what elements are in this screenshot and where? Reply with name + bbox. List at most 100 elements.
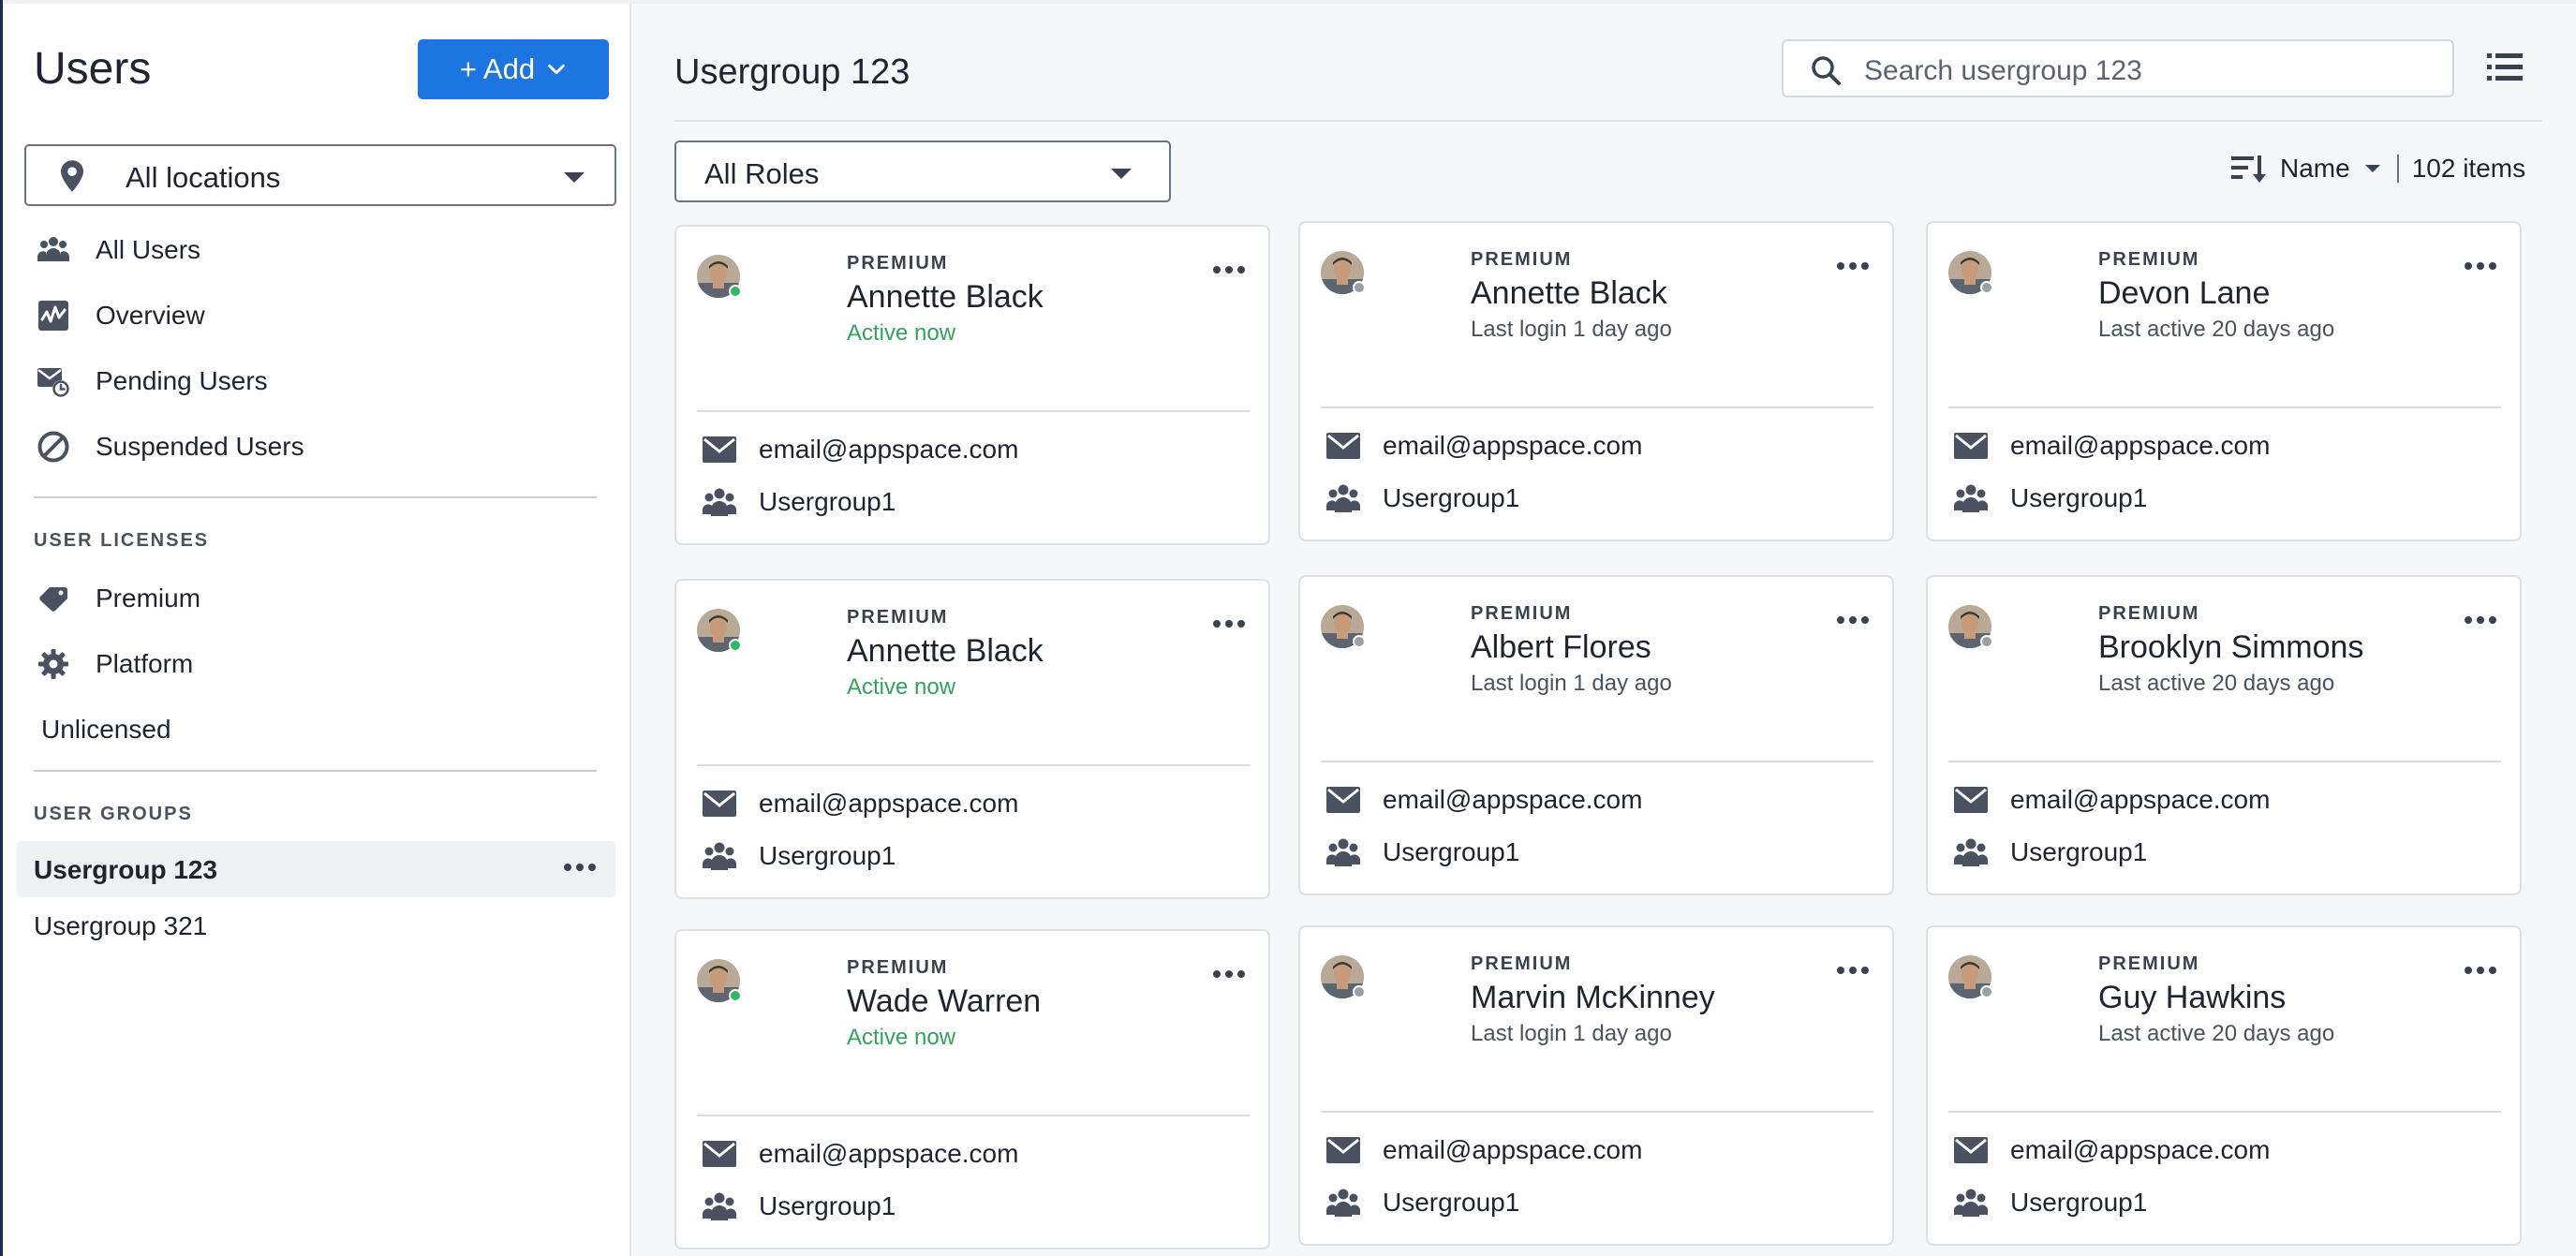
user-name[interactable]: Annette Black	[847, 633, 1044, 670]
map-pin-icon	[61, 160, 83, 192]
user-group: Usergroup1	[2010, 1188, 2148, 1217]
user-name[interactable]: Annette Black	[1471, 275, 1667, 312]
email-row: email@appspace.com	[1326, 1131, 1642, 1169]
user-group: Usergroup1	[759, 1191, 896, 1220]
users-icon	[703, 1192, 736, 1220]
user-card[interactable]: PREMIUM Marvin McKinney Last login 1 day a…	[1298, 925, 1894, 1246]
avatar	[1321, 605, 1366, 648]
more-horizontal-icon[interactable]	[1210, 613, 1248, 635]
license-tier: PREMIUM	[2098, 249, 2200, 270]
license-tier: PREMIUM	[847, 253, 949, 273]
envelope-icon	[1326, 787, 1360, 813]
avatar	[1948, 605, 1993, 648]
user-email: email@appspace.com	[1383, 1135, 1643, 1164]
user-email: email@appspace.com	[759, 1139, 1019, 1168]
user-card[interactable]: PREMIUM Annette Black Active now email@apps…	[674, 225, 1270, 545]
usergroup-item-active[interactable]: Usergroup 123	[17, 841, 615, 897]
user-card[interactable]: PREMIUM Devon Lane Last active 20 days ago…	[1926, 221, 2522, 541]
search-input[interactable]: Search usergroup 123	[1782, 39, 2454, 97]
envelope-icon	[703, 791, 736, 817]
user-email: email@appspace.com	[2010, 1135, 2271, 1164]
more-horizontal-icon[interactable]	[1834, 609, 1872, 631]
email-row: email@appspace.com	[1326, 427, 1642, 465]
card-divider	[697, 410, 1250, 412]
user-card[interactable]: PREMIUM Wade Warren Active now email@appspa…	[674, 929, 1270, 1249]
avatar	[1948, 955, 1993, 998]
user-name[interactable]: Annette Black	[847, 279, 1044, 316]
user-card[interactable]: PREMIUM Guy Hawkins Last active 20 days ag…	[1926, 925, 2522, 1246]
nav-overview[interactable]: Overview	[36, 292, 205, 339]
envelope-icon	[1954, 1137, 1988, 1163]
nav-pending-users[interactable]: Pending Users	[36, 358, 268, 405]
nav-all-users[interactable]: All Users	[36, 227, 200, 273]
license-tier: PREMIUM	[1471, 249, 1573, 270]
location-select[interactable]: All locations	[24, 144, 616, 206]
card-divider	[1948, 761, 2501, 762]
more-horizontal-icon[interactable]	[2462, 959, 2499, 982]
divider	[34, 496, 597, 498]
separator	[2396, 155, 2399, 183]
users-icon	[1326, 1189, 1360, 1217]
email-row: email@appspace.com	[1326, 781, 1642, 819]
user-name[interactable]: Albert Flores	[1471, 629, 1651, 666]
license-tier: PREMIUM	[1471, 953, 1573, 974]
envelope-icon	[1326, 1137, 1360, 1163]
more-horizontal-icon[interactable]	[1210, 963, 1248, 985]
user-email: email@appspace.com	[1383, 431, 1643, 460]
nav-suspended-users[interactable]: Suspended Users	[36, 423, 304, 470]
users-icon	[36, 232, 71, 268]
list-view-icon[interactable]	[2486, 51, 2524, 84]
avatar	[697, 609, 742, 652]
more-horizontal-icon[interactable]	[2462, 255, 2499, 277]
user-name[interactable]: Guy Hawkins	[2098, 980, 2286, 1016]
user-card[interactable]: PREMIUM Brooklyn Simmons Last active 20 da…	[1926, 575, 2522, 895]
role-select-value: All Roles	[704, 157, 820, 190]
sidebar-title: Users	[34, 44, 152, 94]
activity-chart-icon	[36, 298, 71, 333]
more-horizontal-icon[interactable]	[561, 856, 599, 879]
user-group: Usergroup1	[759, 487, 896, 516]
card-divider	[697, 1115, 1250, 1116]
user-name[interactable]: Marvin McKinney	[1471, 980, 1715, 1016]
group-row: Usergroup1	[1954, 480, 2147, 517]
usergroup-item[interactable]: Usergroup 321	[17, 897, 615, 953]
role-select[interactable]: All Roles	[674, 140, 1171, 202]
license-tier: PREMIUM	[847, 957, 949, 978]
license-premium[interactable]: Premium	[36, 575, 200, 622]
more-horizontal-icon[interactable]	[1834, 255, 1872, 277]
user-name[interactable]: Wade Warren	[847, 983, 1041, 1020]
envelope-icon	[1954, 787, 1988, 813]
group-row: Usergroup1	[1954, 1184, 2147, 1221]
user-group: Usergroup1	[1383, 483, 1520, 512]
envelope-icon	[1954, 433, 1988, 459]
sort-control[interactable]: Name 102 items	[2231, 150, 2525, 187]
gem-icon	[36, 581, 71, 616]
user-group: Usergroup1	[1383, 837, 1520, 866]
user-status: Active now	[847, 674, 956, 700]
license-tier: PREMIUM	[2098, 603, 2200, 624]
user-name[interactable]: Brooklyn Simmons	[2098, 629, 2363, 666]
license-platform[interactable]: Platform	[36, 641, 193, 687]
users-icon	[703, 842, 736, 870]
more-horizontal-icon[interactable]	[1210, 259, 1248, 281]
usergroup-label: Usergroup 123	[34, 855, 218, 884]
user-group: Usergroup1	[1383, 1188, 1520, 1217]
users-icon	[1326, 838, 1360, 866]
caret-down-icon	[2364, 165, 2380, 172]
user-card[interactable]: PREMIUM Albert Flores Last login 1 day ago…	[1298, 575, 1894, 895]
user-card[interactable]: PREMIUM Annette Black Active now email@apps…	[674, 579, 1270, 899]
license-label: Platform	[96, 649, 194, 678]
presence-indicator	[1980, 635, 1993, 648]
more-horizontal-icon[interactable]	[2462, 609, 2499, 631]
user-status: Last login 1 day ago	[1471, 671, 1672, 696]
user-card[interactable]: PREMIUM Annette Black Last login 1 day ago…	[1298, 221, 1894, 541]
gear-icon	[36, 646, 71, 682]
nav-label: Pending Users	[96, 366, 268, 395]
more-horizontal-icon[interactable]	[1834, 959, 1872, 982]
user-name[interactable]: Devon Lane	[2098, 275, 2270, 312]
card-divider	[1321, 761, 1873, 762]
user-status: Last login 1 day ago	[1471, 317, 1672, 342]
license-label: Premium	[96, 584, 201, 613]
license-label: Unlicensed	[41, 715, 171, 744]
add-button[interactable]: + Add	[418, 39, 609, 99]
